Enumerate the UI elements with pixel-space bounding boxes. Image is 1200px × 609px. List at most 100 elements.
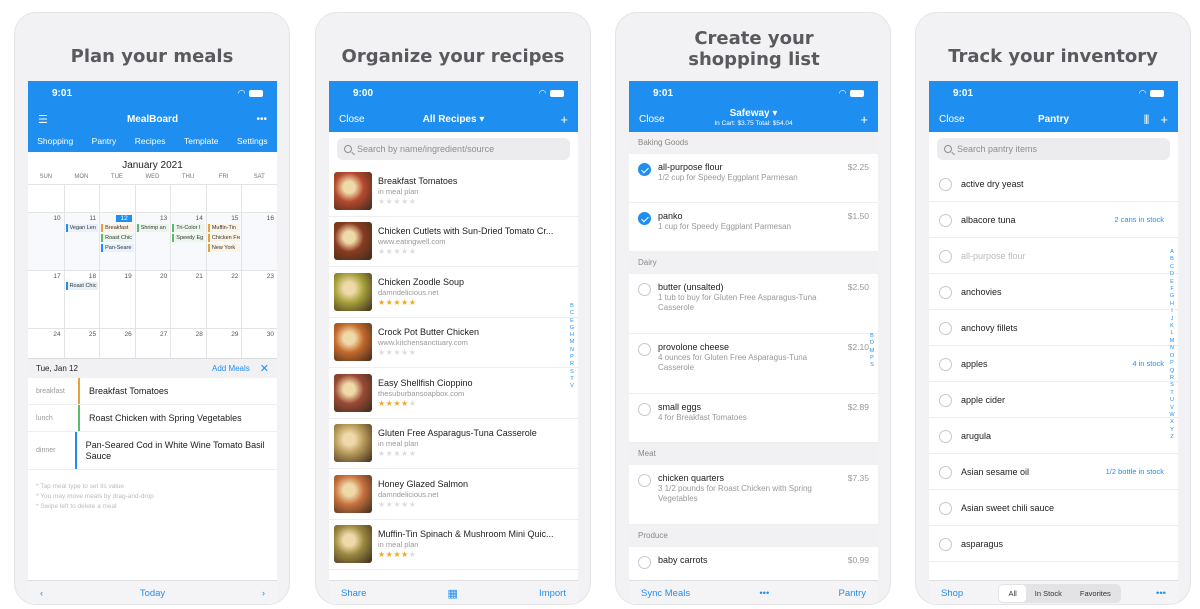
shop-button[interactable]: Shop [941,588,963,599]
index-letter[interactable]: E [1169,279,1175,286]
more-icon[interactable]: ••• [1156,588,1166,599]
index-letter[interactable]: M [869,348,875,355]
shopping-item[interactable]: chicken quarters 3 1/2 pounds for Roast C… [629,465,878,525]
segment-all[interactable]: All [999,585,1026,602]
checkbox[interactable] [939,321,952,335]
recipe-row[interactable]: Easy Shellfish Cioppino thesuburbansoapbo… [329,368,578,419]
index-letter[interactable]: B [569,303,575,310]
calendar-day[interactable] [134,184,171,212]
store-selector[interactable]: Safeway ▾ In Cart: $3.75 Total: $54.04 [629,108,878,127]
checkbox[interactable] [939,537,952,551]
close-button[interactable]: Close [339,114,365,125]
recipe-row[interactable]: Honey Glazed Salmon damndelicious.net ★★★★… [329,469,578,520]
checkbox[interactable] [638,556,651,569]
index-letter[interactable]: D [869,340,875,347]
index-letter[interactable]: H [569,332,575,339]
grid-icon[interactable]: ▦ [448,587,458,600]
add-icon[interactable]: + [860,112,868,127]
prev-icon[interactable]: ‹ [40,588,43,599]
index-letter[interactable]: P [1169,360,1175,367]
calendar-day[interactable]: 29 [205,328,242,358]
index-letter[interactable]: J [1169,316,1175,323]
index-letter[interactable]: W [1169,412,1175,419]
add-icon[interactable]: + [1160,112,1168,127]
more-icon[interactable]: ••• [759,588,769,599]
close-button[interactable]: Close [939,114,965,125]
meal-type[interactable]: lunch [28,415,78,422]
recipe-row[interactable]: Gluten Free Asparagus-Tuna Casserole in m… [329,419,578,469]
meal-type[interactable]: dinner [28,447,75,454]
calendar-day[interactable]: 27 [134,328,171,358]
checkbox[interactable] [939,357,952,371]
shopping-item[interactable]: small eggs 4 for Breakfast Tomatoes $2.89 [629,394,878,443]
next-icon[interactable]: › [262,588,265,599]
recipe-row[interactable]: Breakfast Tomatoes in meal plan ★★★★★ [329,166,578,217]
meal-chip[interactable]: Shrimp an [136,224,170,232]
section-index[interactable]: BCEGHMNPRSTV [569,303,575,391]
tab-template[interactable]: Template [184,136,219,146]
index-letter[interactable]: N [569,347,575,354]
calendar-day[interactable]: 16 [241,212,277,270]
barcode-icon[interactable]: ||| [1144,114,1150,125]
recipe-search-input[interactable]: Search by name/ingredient/source [337,138,570,160]
sync-meals-button[interactable]: Sync Meals [641,588,690,599]
import-button[interactable]: Import [539,588,566,599]
index-letter[interactable]: L [1169,330,1175,337]
index-letter[interactable]: H [1169,301,1175,308]
close-icon[interactable]: ✕ [260,362,269,375]
calendar-day[interactable]: 24 [28,328,64,358]
meal-chip[interactable]: New York [207,244,241,252]
index-letter[interactable]: V [1169,405,1175,412]
meal-chip[interactable]: Chicken Fre [207,234,241,242]
pantry-row[interactable]: apples 4 in stock [929,346,1178,382]
index-letter[interactable]: K [1169,323,1175,330]
today-button[interactable]: Today [140,588,165,599]
index-letter[interactable]: B [1169,256,1175,263]
checkbox[interactable] [638,403,651,416]
calendar-day[interactable]: 28 [170,328,206,358]
checkbox[interactable] [939,393,952,407]
index-letter[interactable]: Y [1169,427,1175,434]
meal-chip[interactable]: Roast Chic [65,282,99,290]
index-letter[interactable]: V [569,383,575,390]
calendar-day[interactable]: 12 Breakfast Roast Chic Pan-Seare [99,212,135,270]
recipes-filter[interactable]: All Recipes ▾ [329,114,578,125]
calendar-day[interactable]: 26 [99,328,135,358]
meal-row[interactable]: breakfast Breakfast Tomatoes [28,378,277,405]
index-letter[interactable]: F [1169,286,1175,293]
checkbox[interactable] [939,177,952,191]
section-index[interactable]: ABCDEFGHIJKLMNOPQRSTUVWXYZ [1169,249,1175,442]
checked-checkbox[interactable] [638,212,651,225]
calendar-day[interactable] [241,184,277,212]
meal-type[interactable]: breakfast [28,388,78,395]
calendar-day[interactable]: 14 Tri-Color I Speedy Eg [170,212,206,270]
meal-row[interactable]: dinner Pan-Seared Cod in White Wine Tomat… [28,432,277,470]
meal-chip[interactable]: Pan-Seare [101,244,134,252]
tab-pantry[interactable]: Pantry [92,136,117,146]
checkbox[interactable] [939,465,952,479]
add-meals-button[interactable]: Add Meals [212,364,250,373]
calendar-day[interactable]: 21 [170,270,206,328]
calendar-day[interactable]: 19 [99,270,135,328]
calendar-day[interactable] [205,184,242,212]
pantry-row[interactable]: active dry yeast [929,166,1178,202]
checkbox[interactable] [939,285,952,299]
meal-chip[interactable]: Roast Chic [101,234,134,242]
tab-shopping[interactable]: Shopping [37,136,73,146]
calendar-day[interactable]: 18 Roast Chic [63,270,100,328]
index-letter[interactable]: Z [1169,434,1175,441]
pantry-row[interactable]: all-purpose flour [929,238,1178,274]
index-letter[interactable]: D [1169,271,1175,278]
index-letter[interactable]: M [569,339,575,346]
index-letter[interactable]: R [569,361,575,368]
pantry-row[interactable]: Asian sesame oil 1/2 bottle in stock [929,454,1178,490]
menu-icon[interactable]: ☰ [38,113,48,126]
more-icon[interactable]: ••• [256,114,267,125]
shopping-item[interactable]: panko 1 cup for Speedy Eggplant Parmesan $… [629,203,878,252]
calendar-day[interactable] [99,184,135,212]
add-icon[interactable]: + [560,112,568,127]
calendar-day[interactable]: 23 [241,270,277,328]
calendar-day[interactable]: 20 [134,270,171,328]
meal-row[interactable]: lunch Roast Chicken with Spring Vegetable… [28,405,277,432]
recipe-row[interactable]: Crock Pot Butter Chicken www.kitchensanct… [329,318,578,368]
